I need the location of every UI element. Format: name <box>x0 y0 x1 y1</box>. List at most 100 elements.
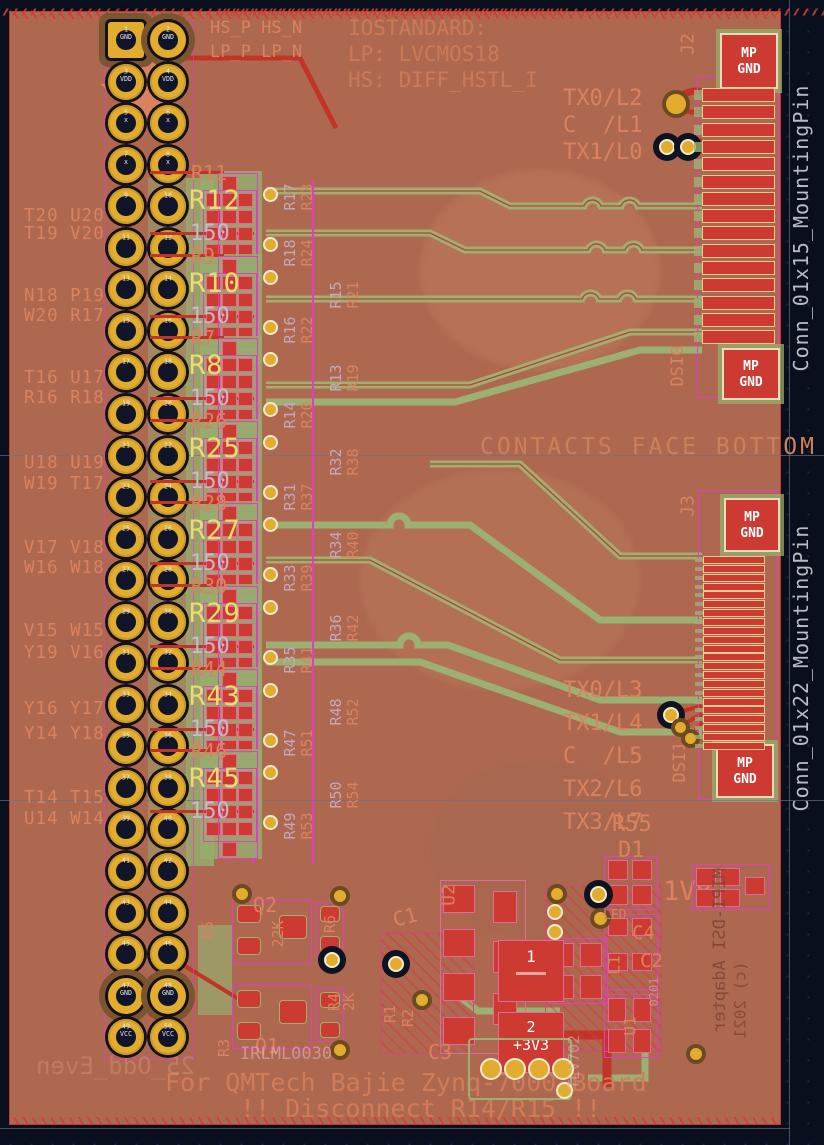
j3-finger-pad-11[interactable] <box>703 645 765 653</box>
resistor-array-pad[interactable] <box>222 842 237 857</box>
through-hole-pad-3[interactable]: 3 VDD <box>108 64 144 100</box>
resistor-array-pad[interactable] <box>238 492 253 506</box>
c3-pad[interactable] <box>528 1058 550 1080</box>
resistor-array-pad[interactable] <box>206 822 221 836</box>
j3-finger-pad-10[interactable] <box>703 636 765 644</box>
j3-finger-pad-7[interactable] <box>703 609 765 617</box>
j3-finger-pad-20[interactable] <box>703 724 765 732</box>
through-hole-pad-45[interactable]: 45 <box>108 936 144 972</box>
resistor-array-pad[interactable] <box>238 375 253 389</box>
j2-mp-gnd-pad-bottom[interactable]: MP GND <box>722 348 780 400</box>
through-hole-pad-4[interactable]: 4 VDD <box>150 64 186 100</box>
resistor-array-pad[interactable] <box>238 227 253 241</box>
j2-finger-pad-7[interactable] <box>702 192 775 206</box>
through-hole-pad-47[interactable]: 47 GND <box>108 978 144 1014</box>
resistor-array-pad[interactable] <box>238 310 253 324</box>
through-hole-pad-50[interactable]: 50 VCC <box>150 1019 186 1055</box>
through-hole-pad-21[interactable]: 21 <box>108 438 144 474</box>
through-hole-pad-24[interactable]: 24 <box>150 479 186 515</box>
through-hole-pad-44[interactable]: 44 <box>150 895 186 931</box>
j2-finger-pad-11[interactable] <box>702 261 775 275</box>
through-hole-pad-26[interactable]: 26 <box>150 521 186 557</box>
j3-finger-pad-6[interactable] <box>703 600 765 608</box>
through-hole-pad-29[interactable]: 29 <box>108 604 144 640</box>
j2-finger-pad-3[interactable] <box>702 123 775 137</box>
j3-finger-pad-14[interactable] <box>703 671 765 679</box>
j3-finger-pad-22[interactable] <box>703 742 765 750</box>
j3-finger-pad-3[interactable] <box>703 574 765 582</box>
through-hole-pad-20[interactable]: 20 <box>150 396 186 432</box>
j3-finger-pad-16[interactable] <box>703 689 765 697</box>
through-hole-pad-31[interactable]: 31 <box>108 645 144 681</box>
resistor-array-pad[interactable] <box>238 557 253 571</box>
through-hole-pad-16[interactable]: 16 <box>150 313 186 349</box>
j3-finger-pad-21[interactable] <box>703 733 765 741</box>
through-hole-pad-32[interactable]: 32 <box>150 645 186 681</box>
through-hole-pad-15[interactable]: 15 <box>108 313 144 349</box>
j2-finger-pad-9[interactable] <box>702 226 775 240</box>
resistor-array-pad[interactable] <box>238 723 253 737</box>
resistor-array-pad[interactable] <box>238 822 253 836</box>
j3-finger-pad-19[interactable] <box>703 715 765 723</box>
j2-finger-pad-14[interactable] <box>702 313 775 327</box>
through-hole-pad-1[interactable]: 1 GND <box>108 22 144 58</box>
resistor-array-pad[interactable] <box>238 244 253 258</box>
j3-finger-pad-5[interactable] <box>703 591 765 599</box>
j3-mp-gnd-pad-bottom[interactable]: MP GND <box>716 744 774 798</box>
resistor-array-pad[interactable] <box>222 341 237 356</box>
through-hole-pad-11[interactable]: 11 <box>108 230 144 266</box>
through-hole-pad-9[interactable]: 9 <box>108 188 144 224</box>
resistor-array-pad[interactable] <box>238 392 253 406</box>
j2-finger-pad-1[interactable] <box>702 88 775 102</box>
j3-finger-pad-8[interactable] <box>703 618 765 626</box>
resistor-array-pad[interactable] <box>238 640 253 654</box>
u1-pad-1[interactable]: 1 <box>498 940 564 1002</box>
through-hole-pad-2[interactable]: 2 GND <box>150 22 186 58</box>
through-hole-pad-41[interactable]: 41 <box>108 853 144 889</box>
through-hole-pad-43[interactable]: 43 <box>108 895 144 931</box>
resistor-array-pad[interactable] <box>238 327 253 341</box>
resistor-array-pad[interactable] <box>238 358 253 372</box>
through-hole-pad-30[interactable]: 30 <box>150 604 186 640</box>
j3-finger-pad-4[interactable] <box>703 583 765 591</box>
j2-finger-pad-13[interactable] <box>702 296 775 310</box>
through-hole-pad-5[interactable]: 5 x <box>108 105 144 141</box>
j2-finger-pad-8[interactable] <box>702 209 775 223</box>
resistor-array-pad[interactable] <box>238 657 253 671</box>
resistor-array-pad[interactable] <box>238 574 253 588</box>
resistor-array-pad[interactable] <box>222 244 237 258</box>
j2-finger-pad-5[interactable] <box>702 157 775 171</box>
through-hole-pad-28[interactable]: 28 <box>150 562 186 598</box>
through-hole-pad-27[interactable]: 27 <box>108 562 144 598</box>
j2-mp-gnd-pad-top[interactable]: MP GND <box>720 33 778 89</box>
through-hole-pad-12[interactable]: 12 <box>150 230 186 266</box>
j2-finger-pad-6[interactable] <box>702 175 775 189</box>
c3-pad[interactable] <box>504 1058 526 1080</box>
through-hole-pad-34[interactable]: 34 <box>150 687 186 723</box>
j2-finger-pad-12[interactable] <box>702 278 775 292</box>
resistor-array-pad[interactable] <box>238 409 253 423</box>
j3-finger-pad-15[interactable] <box>703 680 765 688</box>
j2-finger-pad-15[interactable] <box>702 330 775 344</box>
resistor-array-pad[interactable] <box>238 805 253 819</box>
through-hole-pad-7[interactable]: 7 x <box>108 147 144 183</box>
j3-finger-pad-18[interactable] <box>703 706 765 714</box>
through-hole-pad-22[interactable]: 22 <box>150 438 186 474</box>
through-hole-pad-37[interactable]: 37 <box>108 770 144 806</box>
through-hole-pad-38[interactable]: 38 <box>150 770 186 806</box>
through-hole-pad-19[interactable]: 19 <box>108 396 144 432</box>
through-hole-pad-25[interactable]: 25 <box>108 521 144 557</box>
j3-finger-pad-17[interactable] <box>703 698 765 706</box>
resistor-array-pad[interactable] <box>238 475 253 489</box>
through-hole-pad-8[interactable]: 8 x <box>150 147 186 183</box>
j3-finger-pad-2[interactable] <box>703 565 765 573</box>
resistor-array-pad[interactable] <box>222 822 237 836</box>
through-hole-pad-33[interactable]: 33 <box>108 687 144 723</box>
j2-finger-pad-10[interactable] <box>702 244 775 258</box>
j3-finger-pad-9[interactable] <box>703 627 765 635</box>
j3-mp-gnd-pad-top[interactable]: MP GND <box>724 498 780 552</box>
c3-pad[interactable] <box>480 1058 502 1080</box>
through-hole-pad-10[interactable]: 10 <box>150 188 186 224</box>
through-hole-pad-48[interactable]: 48 GND <box>150 978 186 1014</box>
j3-finger-pad-1[interactable] <box>703 556 765 564</box>
